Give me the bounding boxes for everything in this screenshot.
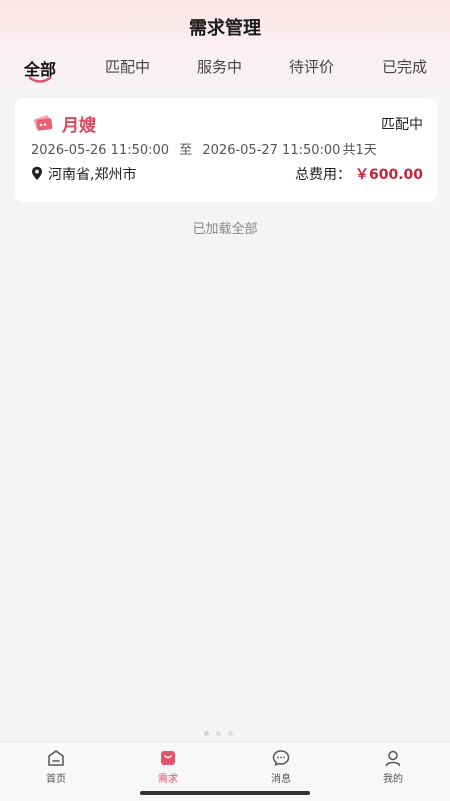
nav-profile[interactable]: 我的 [363, 748, 423, 785]
nav-profile-label: 我的 [383, 774, 403, 785]
service-time-range: 2026-05-26 11:50:00 至 2026-05-27 11:50:0… [31, 139, 383, 158]
duration: 共1天 [342, 143, 377, 158]
tab-pending-review[interactable]: 待评价 [289, 56, 334, 77]
profile-icon [385, 750, 401, 767]
time-separator: 至 [179, 143, 193, 158]
location-pin-icon [32, 166, 42, 180]
fee-value: ￥600.00 [354, 167, 423, 183]
cards-icon [34, 115, 53, 131]
page-dot [228, 731, 233, 736]
page-dot [204, 731, 209, 736]
total-fee: 总费用： ￥600.00 [295, 164, 423, 184]
status-badge: 匹配中 [381, 117, 423, 133]
home-indicator[interactable] [140, 791, 310, 795]
order-card[interactable]: 月嫂 匹配中 2026-05-26 11:50:00 至 2026-05-27 … [15, 98, 437, 202]
demand-bag-icon [161, 751, 175, 765]
nav-messages[interactable]: 消息 [251, 748, 311, 785]
service-location: 河南省,郑州市 [48, 167, 137, 183]
tab-matching[interactable]: 匹配中 [105, 56, 150, 77]
nav-demand-label: 需求 [158, 774, 178, 785]
nav-home[interactable]: 首页 [26, 748, 86, 785]
fee-label: 总费用： [294, 167, 351, 183]
message-icon [272, 750, 290, 766]
end-time: 2026-05-27 11:50:00 [202, 143, 341, 158]
list-end-message: 已加载全部 [192, 222, 258, 237]
start-time: 2026-05-26 11:50:00 [31, 143, 170, 158]
nav-home-label: 首页 [46, 774, 66, 785]
active-tab-indicator [28, 76, 52, 83]
page-dots [204, 731, 244, 737]
status-tabs: 全部 匹配中 服务中 待评价 已完成 [0, 56, 450, 90]
service-name: 月嫂 [62, 116, 96, 136]
tab-completed[interactable]: 已完成 [382, 56, 427, 77]
page-title: 需求管理 [189, 18, 261, 39]
home-icon [48, 750, 64, 766]
tab-in-service[interactable]: 服务中 [197, 56, 242, 77]
page-dot [216, 731, 221, 736]
nav-messages-label: 消息 [271, 774, 291, 785]
nav-demand[interactable]: 需求 [138, 748, 198, 785]
